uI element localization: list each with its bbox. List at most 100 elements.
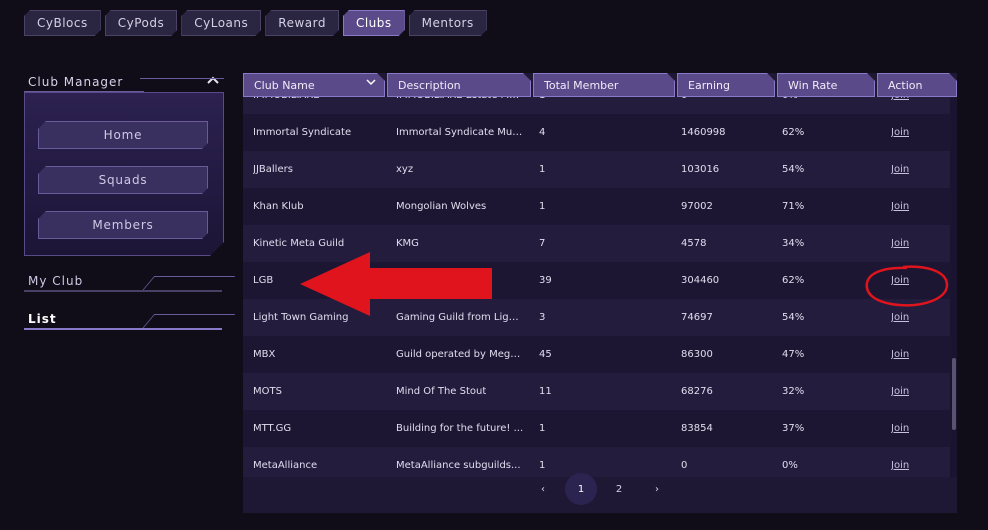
chevron-down-icon[interactable]	[366, 78, 376, 89]
table-cell-win: 54%	[782, 164, 805, 175]
chevron-up-icon[interactable]	[206, 74, 220, 88]
join-link[interactable]: Join	[891, 312, 909, 323]
table-cell-win: 32%	[782, 386, 805, 397]
table-header: Club Name Description Total Member Earni…	[243, 73, 957, 97]
table-cell-earning: 97002	[681, 201, 713, 212]
pagination: ‹ 1 2 ›	[243, 470, 951, 510]
table-cell-name: Immortal Syndicate	[253, 127, 352, 138]
tab-clubs[interactable]: Clubs	[343, 10, 405, 36]
table-row: IMMOBILIARE IMMOBILIARE Estate Ma... 1 0 0% J…	[243, 97, 951, 114]
table-cell-members: 1	[539, 201, 546, 212]
table-cell-members: 1	[539, 97, 545, 101]
table-cell-win: 71%	[782, 201, 805, 212]
table-cell-desc: Guild operated by Mega...	[396, 349, 524, 360]
table-cell-members: 39	[539, 275, 552, 286]
table-cell-name: MBX	[253, 349, 276, 360]
header-label: Club Name	[254, 78, 315, 92]
table-row: JJBallers xyz 1 103016 54% Join	[243, 151, 951, 188]
club-manager-title: Club Manager	[28, 75, 124, 89]
tab-cyblocs[interactable]: CyBlocs	[24, 10, 101, 36]
table-cell-earning: 83854	[681, 423, 713, 434]
table-cell-members: 1	[539, 423, 546, 434]
join-link[interactable]: Join	[891, 423, 909, 434]
table-cell-earning: 74697	[681, 312, 713, 323]
table-cell-desc: Mind Of The Stout	[396, 386, 487, 397]
table-cell-name: MTT.GG	[253, 423, 292, 434]
join-link[interactable]: Join	[891, 97, 909, 101]
table-cell-desc: IMMOBILIARE Estate Ma...	[396, 97, 524, 101]
tab-reward[interactable]: Reward	[265, 10, 339, 36]
column-header-description[interactable]: Description	[387, 73, 531, 97]
scrollbar-thumb[interactable]	[952, 358, 956, 430]
table-cell-earning: 304460	[681, 275, 720, 286]
page-1-button[interactable]: 1	[565, 473, 597, 505]
table-row: MOTS Mind Of The Stout 11 68276 32% Join	[243, 373, 951, 410]
join-link[interactable]: Join	[891, 349, 909, 360]
column-header-win-rate[interactable]: Win Rate	[777, 73, 875, 97]
table-cell-members: 45	[539, 349, 552, 360]
top-tabs: CyBlocs CyPods CyLoans Reward Clubs Ment…	[24, 10, 487, 36]
squads-button[interactable]: Squads	[38, 166, 208, 194]
table-cell-desc: Mongolian Wolves	[396, 201, 487, 212]
table-row: Khan Klub Mongolian Wolves 1 97002 71% Join	[243, 188, 951, 225]
divider	[140, 78, 224, 79]
page-2-button[interactable]: 2	[603, 473, 635, 505]
table-row: MBX Guild operated by Mega... 45 86300 47% Jo…	[243, 336, 951, 373]
table-cell-win: 37%	[782, 423, 805, 434]
column-header-action[interactable]: Action	[877, 73, 957, 97]
table-cell-desc: Immortal Syndicate Mul...	[396, 127, 524, 138]
table-cell-earning: 68276	[681, 386, 713, 397]
table-cell-win: 34%	[782, 238, 805, 249]
home-button[interactable]: Home	[38, 121, 208, 149]
sidebar-item-list[interactable]: List	[28, 312, 57, 326]
divider	[24, 91, 144, 92]
column-header-total-member[interactable]: Total Member	[533, 73, 675, 97]
table-cell-members: 4	[539, 127, 546, 138]
table-row: MTT.GG Building for the future! ... 1 83854…	[243, 410, 951, 447]
table-cell-name: IMMOBILIARE	[253, 97, 320, 101]
table-cell-earning: 0	[681, 97, 687, 101]
divider	[24, 290, 222, 292]
next-page-button[interactable]: ›	[641, 473, 673, 505]
tab-cyloans[interactable]: CyLoans	[181, 10, 261, 36]
divider	[141, 314, 236, 329]
table-cell-win: 0%	[782, 97, 798, 101]
table-cell-win: 62%	[782, 275, 805, 286]
divider	[141, 276, 236, 291]
table-cell-name: Kinetic Meta Guild	[253, 238, 345, 249]
table-cell-desc: Building for the future! ...	[396, 423, 524, 434]
join-link[interactable]: Join	[891, 127, 909, 138]
join-link[interactable]: Join	[891, 201, 909, 212]
table-cell-earning: 1460998	[681, 127, 726, 138]
tab-mentors[interactable]: Mentors	[409, 10, 487, 36]
table-cell-name: MOTS	[253, 386, 282, 397]
prev-page-button[interactable]: ‹	[527, 473, 559, 505]
table-cell-win: 47%	[782, 349, 805, 360]
table-cell-members: 1	[539, 164, 546, 175]
members-button[interactable]: Members	[38, 211, 208, 239]
table-cell-earning: 103016	[681, 164, 720, 175]
column-header-earning[interactable]: Earning	[677, 73, 775, 97]
table-cell-name: Khan Klub	[253, 201, 304, 212]
table-cell-earning: 86300	[681, 349, 713, 360]
divider	[24, 328, 222, 330]
sidebar-item-my-club[interactable]: My Club	[28, 274, 83, 288]
table-cell-win: 54%	[782, 312, 805, 323]
red-arrow-annotation	[300, 252, 492, 316]
table-cell-members: 3	[539, 312, 546, 323]
join-link[interactable]: Join	[891, 238, 909, 249]
table-cell-desc: KMG	[396, 238, 419, 249]
table-cell-name: LGB	[253, 275, 274, 286]
join-link[interactable]: Join	[891, 386, 909, 397]
table-cell-members: 7	[539, 238, 546, 249]
column-header-club-name[interactable]: Club Name	[243, 73, 385, 97]
table-cell-name: JJBallers	[253, 164, 293, 175]
table-cell-earning: 4578	[681, 238, 707, 249]
table-cell-win: 62%	[782, 127, 805, 138]
tab-cypods[interactable]: CyPods	[105, 10, 178, 36]
join-link[interactable]: Join	[891, 164, 909, 175]
table-cell-members: 11	[539, 386, 552, 397]
table-cell-desc: xyz	[396, 164, 414, 175]
red-circle-annotation	[865, 265, 949, 307]
table-row: Immortal Syndicate Immortal Syndicate Mul…	[243, 114, 951, 151]
